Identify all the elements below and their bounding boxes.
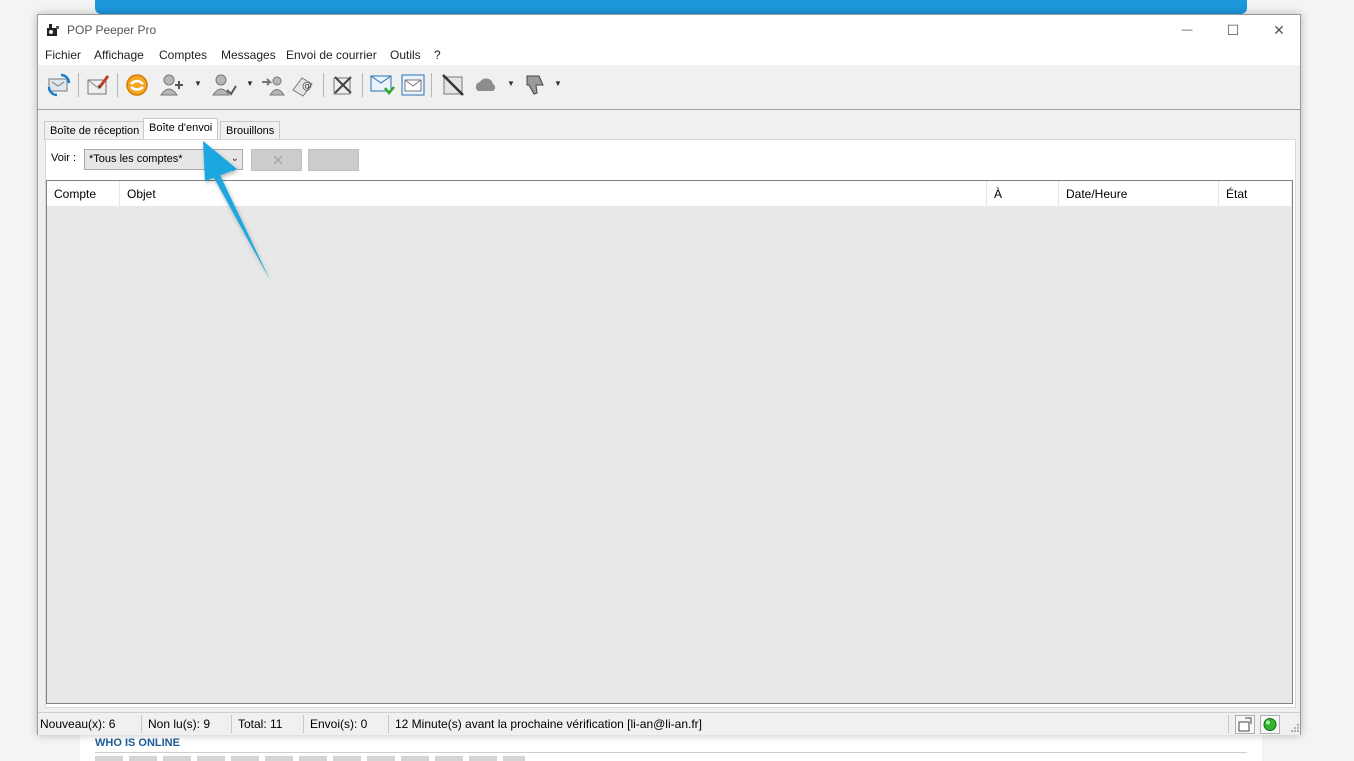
import-accounts-icon[interactable] <box>260 72 286 98</box>
inbox-view-icon[interactable] <box>400 72 426 98</box>
column-header-etat[interactable]: État <box>1219 181 1291 206</box>
window-title: POP Peeper Pro <box>67 23 157 37</box>
menu-fichier[interactable]: Fichier <box>45 48 81 62</box>
title-bar: POP Peeper Pro — ☐ ✕ <box>38 15 1300 45</box>
status-new-count: Nouveau(x): 6 <box>40 717 116 731</box>
menu-outils[interactable]: Outils <box>390 48 421 62</box>
status-total-count: Total: 11 <box>238 717 283 731</box>
thumbs-down-icon[interactable] <box>523 72 549 98</box>
status-outbox-count: Envoi(s): 0 <box>310 717 368 731</box>
column-header-date-heure[interactable]: Date/Heure <box>1059 181 1219 206</box>
annotation-arrow-icon <box>203 141 270 280</box>
peeper-logo-icon[interactable] <box>124 72 150 98</box>
delete-mail-icon[interactable] <box>330 72 356 98</box>
status-led-icon <box>1263 718 1277 731</box>
toolbar-separator <box>117 73 118 97</box>
status-next-check: 12 Minute(s) avant la prochaine vérifica… <box>395 717 702 731</box>
column-header-destinataire[interactable]: À <box>987 181 1059 206</box>
menu-bar: Fichier Affichage Comptes Messages Envoi… <box>38 45 1300 65</box>
status-unread-count: Non lu(s): 9 <box>148 717 211 731</box>
status-divider <box>231 715 232 733</box>
chevron-down-icon[interactable]: ▼ <box>194 79 202 88</box>
chevron-down-icon[interactable]: ▼ <box>507 79 515 88</box>
toolbar-separator <box>362 73 363 97</box>
svg-text:@: @ <box>302 81 312 92</box>
status-divider <box>388 715 389 733</box>
maximize-icon: ☐ <box>1226 21 1240 38</box>
app-logo-icon <box>47 24 59 36</box>
add-account-icon[interactable] <box>159 72 185 98</box>
account-filter-value: *Tous les comptes* <box>89 153 183 165</box>
background-heading: WHO IS ONLINE <box>95 737 180 749</box>
receive-icon[interactable] <box>369 72 395 98</box>
close-icon: ✕ <box>1273 21 1285 38</box>
connection-status-button[interactable] <box>1260 715 1280 734</box>
menu-affichage[interactable]: Affichage <box>94 48 144 62</box>
account-options-icon[interactable] <box>211 72 237 98</box>
toolbar: ▼ ▼ @ ▼ ▼ <box>38 65 1300 110</box>
close-button[interactable]: ✕ <box>1256 15 1302 45</box>
email-settings-icon[interactable]: @ <box>290 72 316 98</box>
status-divider <box>303 715 304 733</box>
menu-messages[interactable]: Messages <box>221 48 276 62</box>
menu-comptes[interactable]: Comptes <box>159 48 207 62</box>
window-pin-button[interactable] <box>1235 715 1255 734</box>
toolbar-separator <box>78 73 79 97</box>
menu-envoi-de-courrier[interactable]: Envoi de courrier <box>286 48 377 62</box>
block-sender-icon[interactable] <box>440 72 466 98</box>
minimize-button[interactable]: — <box>1164 15 1210 45</box>
refresh-icon[interactable] <box>46 72 72 98</box>
cloud-icon[interactable] <box>473 72 499 98</box>
chevron-down-icon[interactable]: ▼ <box>554 79 562 88</box>
compose-icon[interactable] <box>85 72 111 98</box>
minimize-icon: — <box>1181 24 1193 36</box>
resize-grip-icon[interactable] <box>1290 723 1300 733</box>
pin-window-icon <box>1238 717 1252 732</box>
menu-help[interactable]: ? <box>434 48 441 62</box>
background-divider <box>95 752 1247 753</box>
background-banner <box>95 0 1247 14</box>
chevron-down-icon[interactable]: ▼ <box>246 79 254 88</box>
background-blurred-text <box>95 756 525 761</box>
maximize-button[interactable]: ☐ <box>1210 15 1256 45</box>
status-bar: Nouveau(x): 6 Non lu(s): 9 Total: 11 Env… <box>38 712 1300 735</box>
tab-inbox[interactable]: Boîte de réception <box>44 121 146 140</box>
filter-label: Voir : <box>51 152 77 164</box>
send-now-button[interactable] <box>308 149 359 171</box>
column-header-compte[interactable]: Compte <box>47 181 120 206</box>
toolbar-separator <box>431 73 432 97</box>
status-divider <box>1228 715 1229 733</box>
app-window: POP Peeper Pro — ☐ ✕ Fichier Affichage C… <box>37 14 1301 735</box>
status-divider <box>141 715 142 733</box>
toolbar-separator <box>323 73 324 97</box>
